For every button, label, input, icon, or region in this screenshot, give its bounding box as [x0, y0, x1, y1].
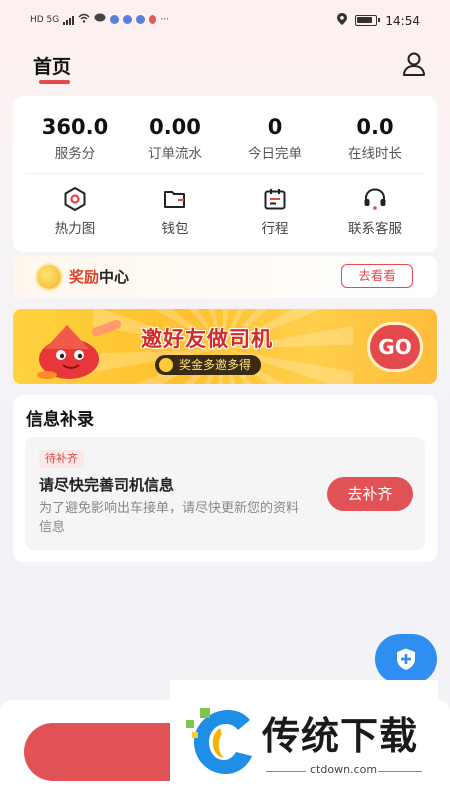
profile-button[interactable] [400, 50, 428, 78]
headset-icon [364, 188, 386, 210]
app-notification-icon [149, 15, 157, 24]
stat-value: 360.0 [41, 115, 109, 139]
wifi-icon [78, 13, 90, 26]
wallet-icon [164, 191, 185, 208]
more-notifications: ··· [160, 14, 169, 25]
app-notification-icon [136, 15, 146, 24]
header: 首页 [0, 48, 450, 88]
status-right: 14:54 [337, 13, 420, 28]
status-bar: HD 5G ··· 14:54 [0, 0, 450, 40]
complete-info-button[interactable]: 去补齐 [327, 477, 413, 511]
go-button[interactable]: GO [367, 322, 423, 372]
watermark-url: ctdown.com [310, 763, 378, 776]
info-supplement-card: 信息补录 待补齐 请尽快完善司机信息 为了避免影响出车接单，请尽快更新您的资料信… [13, 395, 437, 562]
stat-label: 服务分 [54, 146, 96, 162]
user-outline-icon [403, 52, 425, 76]
status-left: HD 5G ··· [30, 13, 169, 26]
view-rewards-button[interactable]: 去看看 [341, 264, 413, 288]
battery-icon [355, 15, 381, 26]
watermark-logo-icon [186, 708, 252, 774]
stat-label: 订单流水 [148, 146, 202, 162]
app-notification-icon [110, 15, 120, 24]
stats-card: 360.0 服务分 0.00 订单流水 0 今日完单 0.0 在线时长 热力图 [13, 96, 437, 252]
floating-action-button[interactable] [375, 634, 437, 684]
reward-center-bar[interactable]: 奖励中心 去看看 [13, 256, 437, 298]
reward-title: 奖励中心 [69, 266, 129, 287]
watermark-text: 传统下载 [262, 714, 419, 758]
status-badge: 待补齐 [39, 450, 84, 468]
driver-info-task: 待补齐 请尽快完善司机信息 为了避免影响出车接单，请尽快更新您的资料信息 去补齐 [25, 437, 425, 550]
location-icon [337, 13, 348, 28]
stat-order-revenue[interactable]: 0.00 订单流水 [125, 114, 225, 162]
tool-label: 行程 [261, 221, 289, 237]
tool-label: 钱包 [161, 221, 189, 237]
divider [266, 771, 306, 772]
coin-icon [159, 358, 173, 372]
section-title: 信息补录 [26, 410, 94, 430]
stat-label: 在线时长 [348, 146, 402, 162]
coin-icon [37, 265, 61, 289]
tool-label: 热力图 [54, 221, 96, 237]
reward-title-highlight: 奖励 [69, 268, 100, 286]
heatmap-icon [64, 187, 86, 211]
signal-icon [63, 15, 75, 25]
reward-title-rest: 中心 [99, 268, 130, 286]
stats-row: 360.0 服务分 0.00 订单流水 0 今日完单 0.0 在线时长 [13, 114, 437, 162]
clock: 14:54 [385, 13, 420, 28]
active-tab-indicator [39, 80, 70, 84]
invite-banner[interactable]: 邀好友做司机 奖金多邀多得 GO [13, 309, 437, 384]
banner-title: 邀好友做司机 [141, 327, 273, 351]
banner-subtitle: 奖金多邀多得 [155, 355, 262, 375]
network-label: HD 5G [30, 14, 60, 25]
page-title[interactable]: 首页 [33, 52, 71, 79]
stat-value: 0.0 [356, 115, 394, 139]
message-icon [94, 13, 106, 26]
tools-row: 热力图 钱包 行程 联系客服 [13, 186, 437, 237]
banner-subtitle-text: 奖金多邀多得 [179, 358, 252, 372]
shield-plus-icon [397, 648, 415, 670]
tool-wallet[interactable]: 钱包 [125, 186, 225, 237]
stat-label: 今日完单 [248, 146, 302, 162]
task-description: 为了避免影响出车接单，请尽快更新您的资料信息 [39, 501, 300, 535]
stat-completed-today[interactable]: 0 今日完单 [225, 114, 325, 162]
stat-value: 0.00 [149, 115, 201, 139]
app-notification-icon [123, 15, 133, 24]
stat-value: 0 [267, 115, 283, 139]
stat-online-hours[interactable]: 0.0 在线时长 [325, 114, 425, 162]
stat-service-score[interactable]: 360.0 服务分 [25, 114, 125, 162]
mascot-illustration [37, 319, 122, 379]
tool-customer-service[interactable]: 联系客服 [325, 186, 425, 237]
tool-label: 联系客服 [348, 221, 402, 237]
tool-heatmap[interactable]: 热力图 [25, 186, 125, 237]
divider [25, 173, 425, 174]
divider [378, 771, 422, 772]
tool-itinerary[interactable]: 行程 [225, 186, 325, 237]
task-title: 请尽快完善司机信息 [39, 476, 175, 494]
itinerary-icon [264, 189, 286, 210]
watermark: 传统下载 ctdown.com [170, 680, 438, 800]
